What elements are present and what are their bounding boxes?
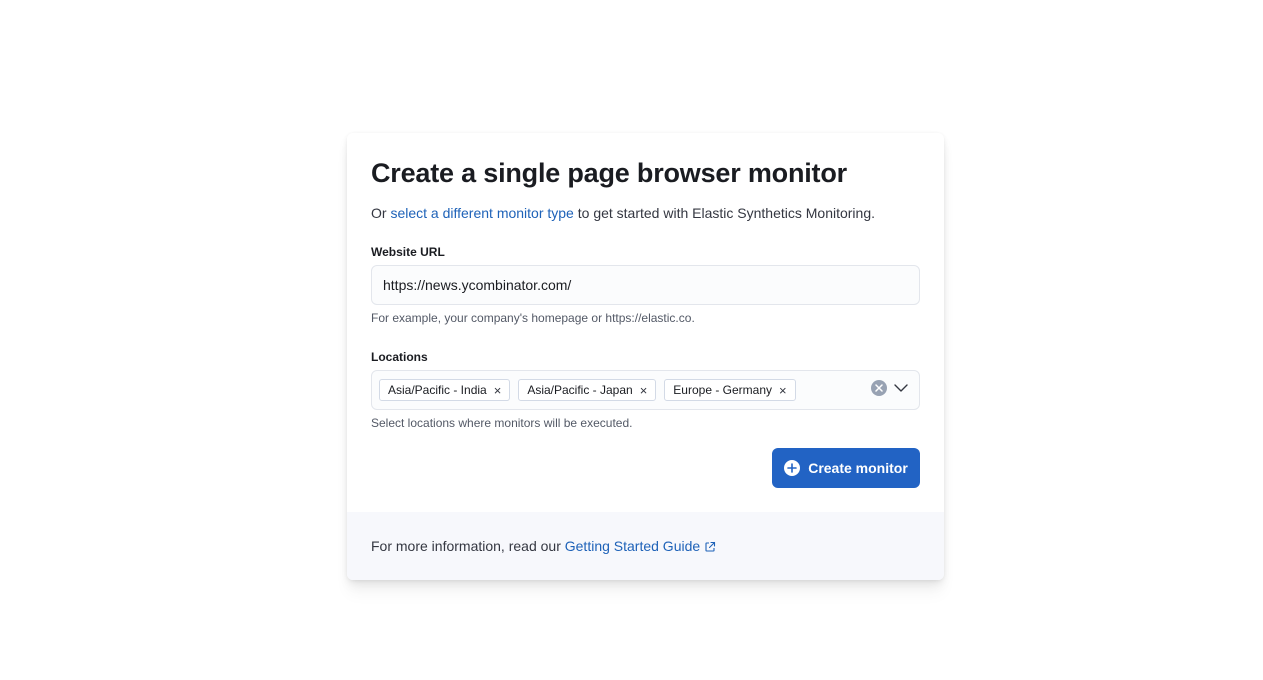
location-pill-label: Asia/Pacific - Japan bbox=[527, 383, 633, 397]
create-monitor-label: Create monitor bbox=[808, 460, 908, 476]
subtitle-suffix: to get started with Elastic Synthetics M… bbox=[577, 205, 875, 221]
page-subtitle: Or select a different monitor type to ge… bbox=[371, 203, 920, 223]
website-url-help: For example, your company's homepage or … bbox=[371, 311, 695, 325]
footer-text: For more information, read our bbox=[371, 538, 561, 554]
external-link-icon bbox=[704, 541, 716, 553]
website-url-input[interactable] bbox=[371, 265, 920, 305]
getting-started-guide-label: Getting Started Guide bbox=[564, 538, 701, 554]
combobox-controls bbox=[871, 380, 909, 396]
subtitle-prefix: Or bbox=[371, 205, 387, 221]
select-monitor-type-link[interactable]: select a different monitor type bbox=[390, 205, 573, 221]
location-pill: Asia/Pacific - India × bbox=[379, 379, 511, 401]
page-title: Create a single page browser monitor bbox=[371, 158, 847, 188]
card-footer: For more information, read our Getting S… bbox=[347, 512, 944, 580]
form-actions: Create monitor bbox=[371, 448, 920, 488]
getting-started-guide-link[interactable]: Getting Started Guide bbox=[565, 538, 716, 554]
chevron-down-icon[interactable] bbox=[893, 380, 909, 396]
location-pill: Asia/Pacific - Japan × bbox=[518, 379, 657, 401]
location-pill-label: Asia/Pacific - India bbox=[388, 383, 487, 397]
website-url-label: Website URL bbox=[371, 245, 445, 259]
remove-location-icon[interactable]: × bbox=[640, 384, 648, 397]
location-pill-label: Europe - Germany bbox=[673, 383, 773, 397]
remove-location-icon[interactable]: × bbox=[779, 384, 787, 397]
card-body: Create a single page browser monitor Or … bbox=[347, 133, 944, 488]
clear-selection-icon[interactable] bbox=[871, 380, 887, 396]
locations-label: Locations bbox=[371, 350, 428, 364]
remove-location-icon[interactable]: × bbox=[494, 384, 502, 397]
locations-help: Select locations where monitors will be … bbox=[371, 416, 633, 430]
plus-in-circle-icon bbox=[784, 460, 801, 476]
create-monitor-card: Create a single page browser monitor Or … bbox=[347, 133, 944, 580]
create-monitor-button[interactable]: Create monitor bbox=[772, 448, 920, 488]
location-pill: Europe - Germany × bbox=[664, 379, 796, 401]
locations-combobox[interactable]: Asia/Pacific - India × Asia/Pacific - Ja… bbox=[371, 370, 920, 410]
